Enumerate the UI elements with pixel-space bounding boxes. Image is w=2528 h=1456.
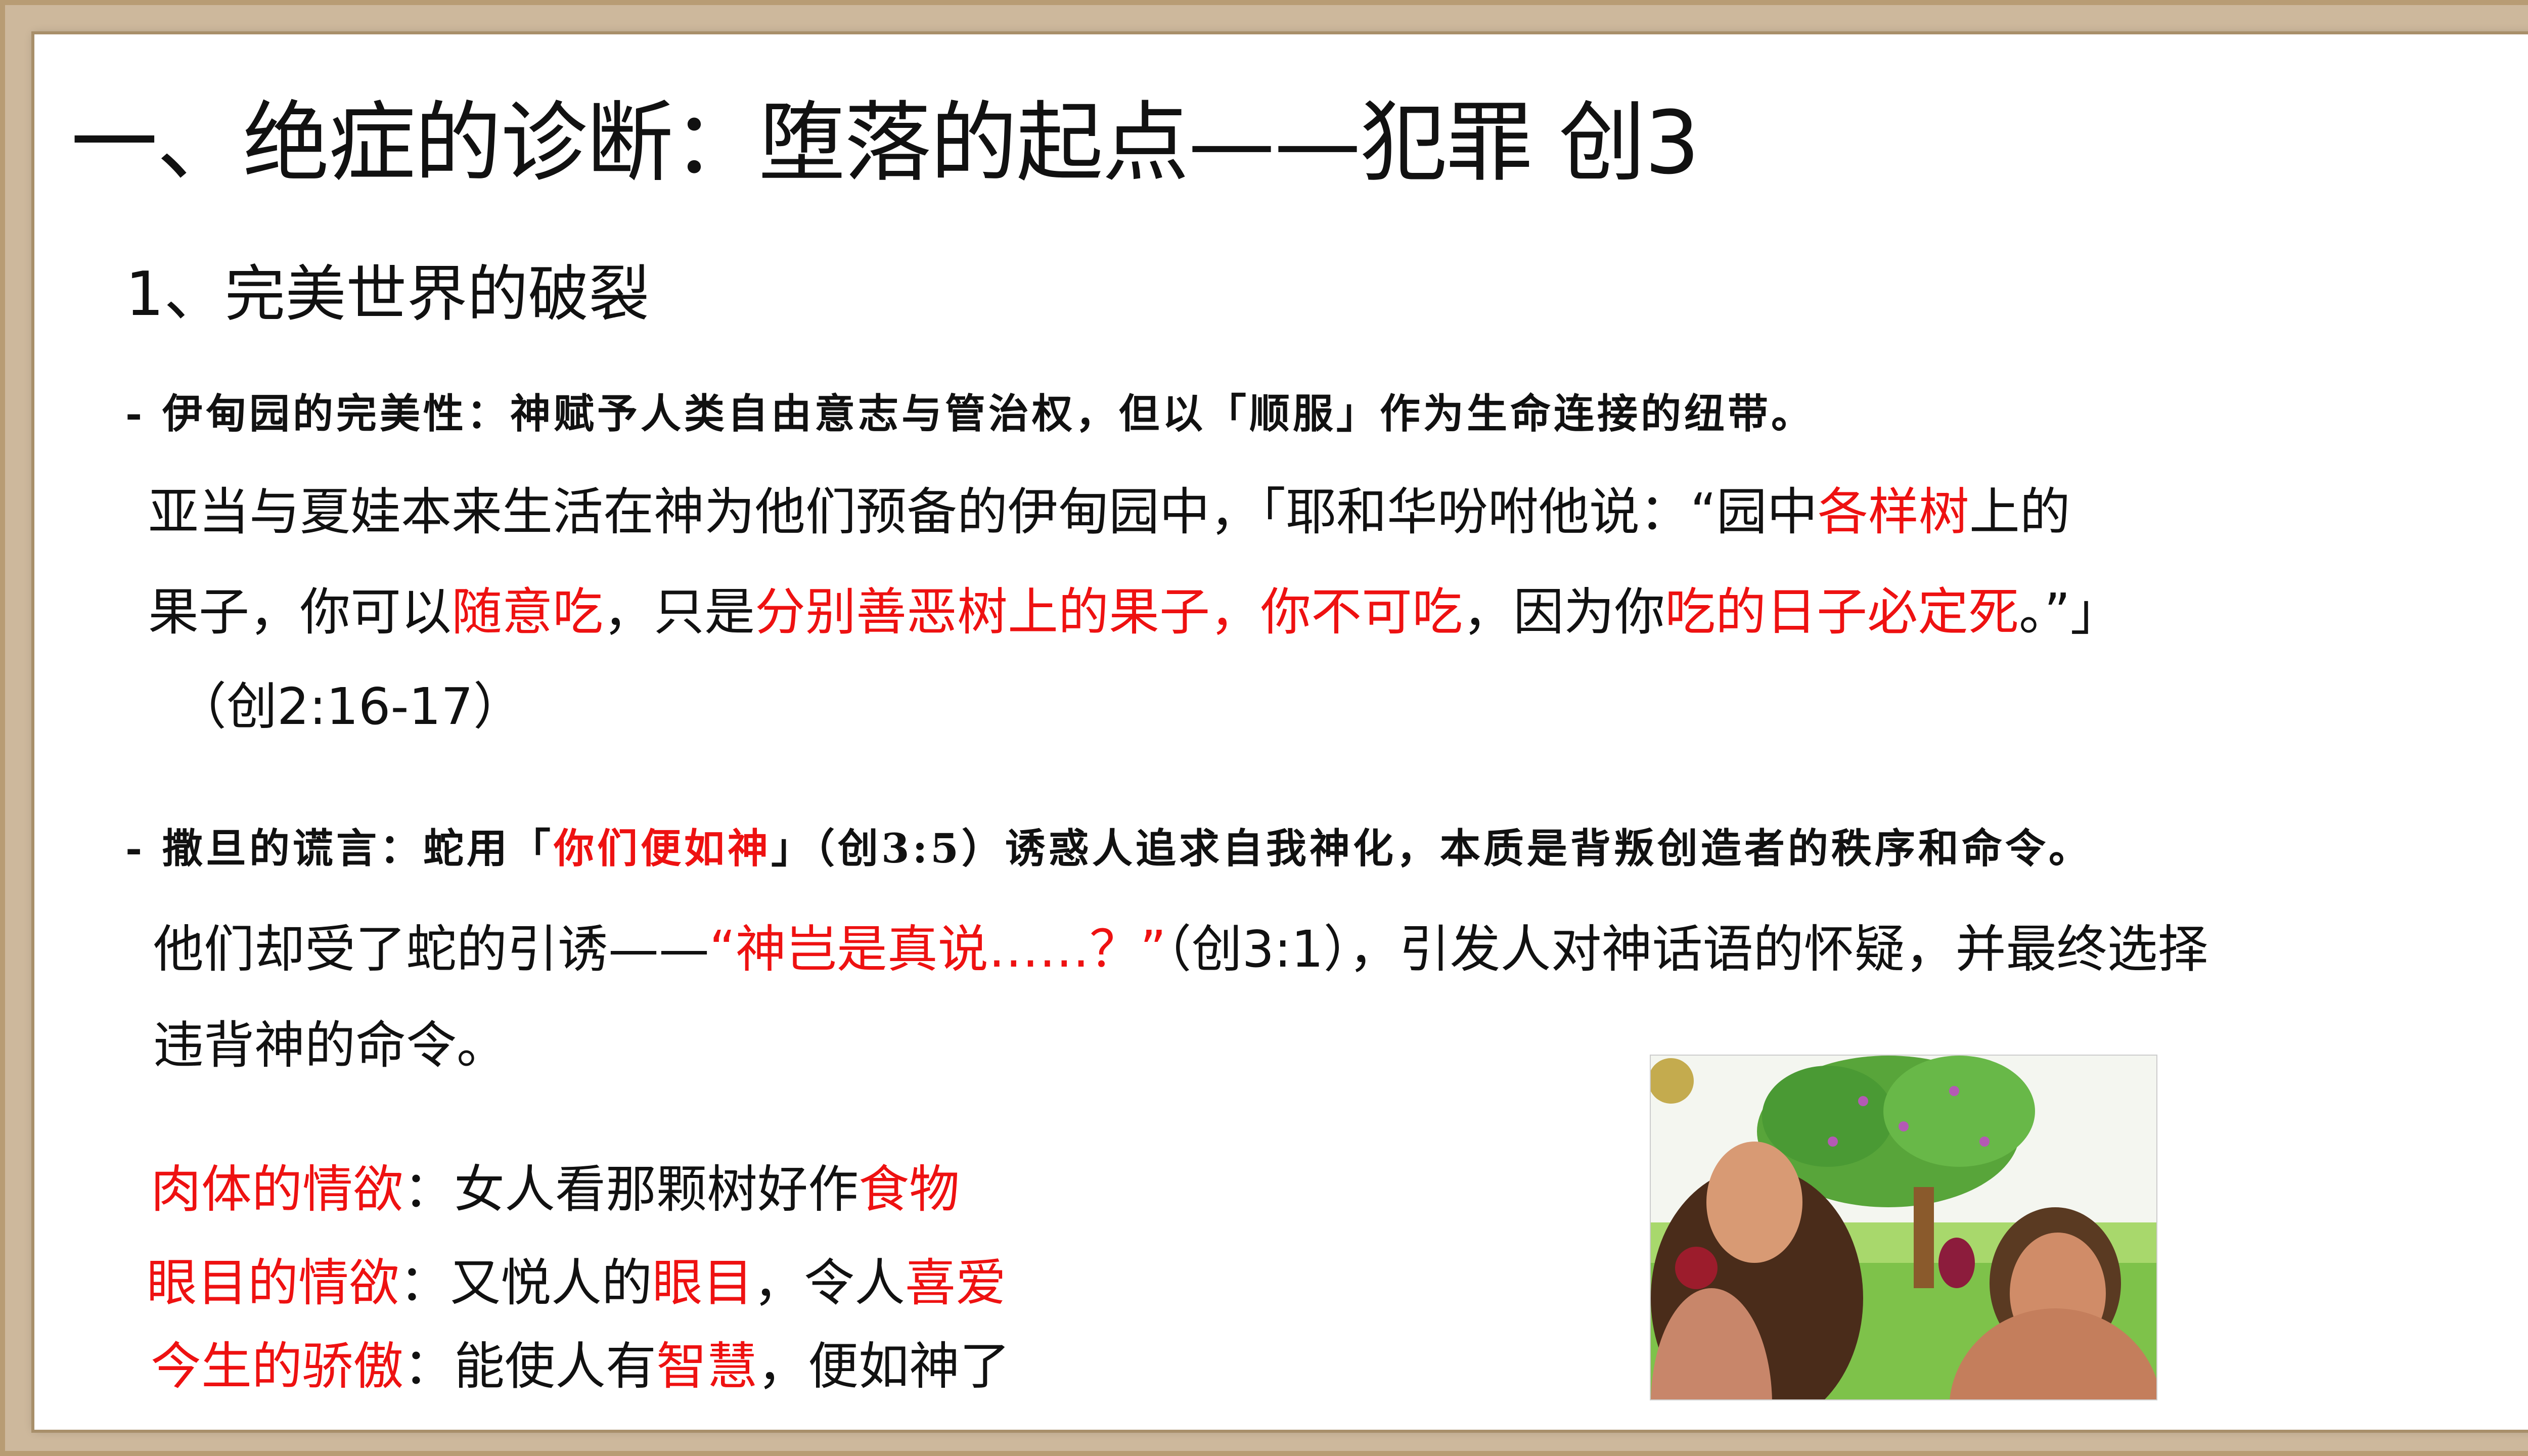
lust-item-eyes: 眼目的情欲：又悦人的眼目，令人喜爱 — [147, 1253, 1006, 1312]
bullet-eden-perfection: - 伊甸园的完美性：神赋予人类自由意志与管治权，但以「顺服」作为生命连接的纽带。 — [125, 390, 1815, 437]
slide-title: 一、绝症的诊断：堕落的起点——犯罪 创3 — [71, 92, 1700, 194]
highlight-did-god-say: “神岂是真说……？” — [709, 920, 1166, 979]
slide-canvas: 一、绝症的诊断：堕落的起点——犯罪 创3 1、完美世界的破裂 - 伊甸园的完美性… — [34, 34, 2528, 1430]
paragraph-temptation-line-1: 他们却受了蛇的引诱——“神岂是真说……？”（创3:1），引发人对神话语的怀疑，并… — [153, 920, 2208, 979]
scripture-reference-gen-2: （创2:16-17） — [176, 677, 524, 736]
paragraph-temptation-line-2: 违背神的命令。 — [153, 1016, 507, 1075]
highlight-forbidden-tree: 分别善恶树上的果子，你不可吃 — [755, 582, 1463, 642]
paragraph-eden-line-2: 果子，你可以随意吃，只是分别善恶树上的果子，你不可吃，因为你吃的日子必定死。”」 — [148, 582, 2121, 642]
lust-item-pride: 今生的骄傲：能使人有智慧，便如神了 — [151, 1337, 1010, 1396]
highlight-be-like-god: 你们便如神 — [554, 825, 772, 872]
slide-frame: 一、绝症的诊断：堕落的起点——犯罪 创3 1、完美世界的破裂 - 伊甸园的完美性… — [0, 0, 2528, 1456]
highlight-freely-eat: 随意吃 — [452, 582, 603, 642]
section-heading: 1、完美世界的破裂 — [125, 259, 650, 330]
adam-eve-illustration — [1650, 1055, 2157, 1400]
highlight-every-tree: 各样树 — [1817, 482, 1969, 541]
highlight-surely-die: 吃的日子必定死 — [1665, 582, 2019, 642]
lust-item-flesh: 肉体的情欲：女人看那颗树好作食物 — [151, 1160, 960, 1219]
paragraph-eden-line-1: 亚当与夏娃本来生活在神为他们预备的伊甸园中，「耶和华吩咐他说：“园中各样树上的 — [148, 482, 2070, 541]
bullet-satan-lie: - 撒旦的谎言：蛇用「你们便如神」（创3:5）诱惑人追求自我神化，本质是背叛创造… — [125, 825, 2092, 872]
